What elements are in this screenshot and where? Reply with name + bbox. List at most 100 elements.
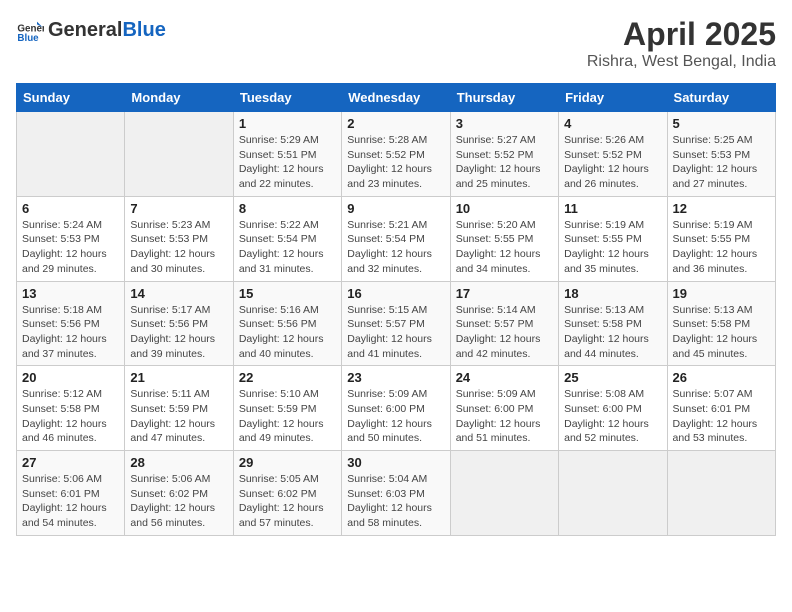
day-info: Sunrise: 5:24 AMSunset: 5:53 PMDaylight:… — [22, 218, 119, 277]
day-number: 20 — [22, 370, 119, 385]
calendar-cell: 17Sunrise: 5:14 AMSunset: 5:57 PMDayligh… — [450, 281, 558, 366]
weekday-header-monday: Monday — [125, 84, 233, 112]
calendar-cell: 11Sunrise: 5:19 AMSunset: 5:55 PMDayligh… — [559, 196, 667, 281]
calendar-cell — [17, 112, 125, 197]
calendar-cell: 8 Sunrise: 5:22 AMSunset: 5:54 PMDaylight… — [233, 196, 341, 281]
day-info: Sunrise: 5:21 AMSunset: 5:54 PMDaylight:… — [347, 218, 444, 277]
day-number: 8 — [239, 201, 336, 216]
logo-general-text: GeneralBlue — [48, 19, 166, 41]
day-info: Sunrise: 5:20 AMSunset: 5:55 PMDaylight:… — [456, 218, 553, 277]
weekday-header-row: SundayMondayTuesdayWednesdayThursdayFrid… — [17, 84, 776, 112]
weekday-header-wednesday: Wednesday — [342, 84, 450, 112]
weekday-header-friday: Friday — [559, 84, 667, 112]
day-number: 18 — [564, 286, 661, 301]
day-info: Sunrise: 5:19 AMSunset: 5:55 PMDaylight:… — [673, 218, 770, 277]
calendar-week-row: 6 Sunrise: 5:24 AMSunset: 5:53 PMDaylight… — [17, 196, 776, 281]
calendar-cell: 24Sunrise: 5:09 AMSunset: 6:00 PMDayligh… — [450, 366, 558, 451]
calendar-cell — [667, 451, 775, 536]
day-info: Sunrise: 5:25 AMSunset: 5:53 PMDaylight:… — [673, 133, 770, 192]
day-number: 5 — [673, 116, 770, 131]
calendar-cell: 23 Sunrise: 5:09 AMSunset: 6:00 PMDayligh… — [342, 366, 450, 451]
day-info: Sunrise: 5:05 AMSunset: 6:02 PMDaylight:… — [239, 472, 336, 531]
day-info: Sunrise: 5:10 AMSunset: 5:59 PMDaylight:… — [239, 387, 336, 446]
day-number: 26 — [673, 370, 770, 385]
calendar-cell: 20 Sunrise: 5:12 AMSunset: 5:58 PMDayligh… — [17, 366, 125, 451]
day-info: Sunrise: 5:13 AMSunset: 5:58 PMDaylight:… — [564, 303, 661, 362]
calendar-cell: 30Sunrise: 5:04 AMSunset: 6:03 PMDayligh… — [342, 451, 450, 536]
calendar-cell: 21Sunrise: 5:11 AMSunset: 5:59 PMDayligh… — [125, 366, 233, 451]
day-info: Sunrise: 5:27 AMSunset: 5:52 PMDaylight:… — [456, 133, 553, 192]
day-number: 28 — [130, 455, 227, 470]
day-info: Sunrise: 5:22 AMSunset: 5:54 PMDaylight:… — [239, 218, 336, 277]
day-info: Sunrise: 5:18 AMSunset: 5:56 PMDaylight:… — [22, 303, 119, 362]
day-info: Sunrise: 5:06 AMSunset: 6:02 PMDaylight:… — [130, 472, 227, 531]
day-info: Sunrise: 5:15 AMSunset: 5:57 PMDaylight:… — [347, 303, 444, 362]
day-number: 7 — [130, 201, 227, 216]
day-number: 6 — [22, 201, 119, 216]
day-info: Sunrise: 5:29 AMSunset: 5:51 PMDaylight:… — [239, 133, 336, 192]
svg-text:Blue: Blue — [17, 33, 39, 44]
logo-icon: General Blue — [16, 16, 44, 44]
day-info: Sunrise: 5:09 AMSunset: 6:00 PMDaylight:… — [347, 387, 444, 446]
day-number: 21 — [130, 370, 227, 385]
day-info: Sunrise: 5:13 AMSunset: 5:58 PMDaylight:… — [673, 303, 770, 362]
calendar-table: SundayMondayTuesdayWednesdayThursdayFrid… — [16, 83, 776, 536]
day-info: Sunrise: 5:09 AMSunset: 6:00 PMDaylight:… — [456, 387, 553, 446]
day-number: 2 — [347, 116, 444, 131]
day-info: Sunrise: 5:26 AMSunset: 5:52 PMDaylight:… — [564, 133, 661, 192]
calendar-cell: 2 Sunrise: 5:28 AMSunset: 5:52 PMDaylight… — [342, 112, 450, 197]
day-number: 30 — [347, 455, 444, 470]
day-number: 15 — [239, 286, 336, 301]
calendar-cell: 18 Sunrise: 5:13 AMSunset: 5:58 PMDayligh… — [559, 281, 667, 366]
day-info: Sunrise: 5:12 AMSunset: 5:58 PMDaylight:… — [22, 387, 119, 446]
calendar-cell: 26Sunrise: 5:07 AMSunset: 6:01 PMDayligh… — [667, 366, 775, 451]
day-info: Sunrise: 5:08 AMSunset: 6:00 PMDaylight:… — [564, 387, 661, 446]
calendar-cell: 28 Sunrise: 5:06 AMSunset: 6:02 PMDayligh… — [125, 451, 233, 536]
day-info: Sunrise: 5:28 AMSunset: 5:52 PMDaylight:… — [347, 133, 444, 192]
calendar-cell: 19 Sunrise: 5:13 AMSunset: 5:58 PMDayligh… — [667, 281, 775, 366]
day-number: 22 — [239, 370, 336, 385]
day-info: Sunrise: 5:17 AMSunset: 5:56 PMDaylight:… — [130, 303, 227, 362]
calendar-cell: 4 Sunrise: 5:26 AMSunset: 5:52 PMDaylight… — [559, 112, 667, 197]
calendar-cell: 29 Sunrise: 5:05 AMSunset: 6:02 PMDayligh… — [233, 451, 341, 536]
day-number: 11 — [564, 201, 661, 216]
calendar-cell: 12 Sunrise: 5:19 AMSunset: 5:55 PMDayligh… — [667, 196, 775, 281]
calendar-cell: 9 Sunrise: 5:21 AMSunset: 5:54 PMDaylight… — [342, 196, 450, 281]
day-number: 14 — [130, 286, 227, 301]
logo: General Blue GeneralBlue — [16, 16, 166, 44]
day-number: 12 — [673, 201, 770, 216]
calendar-cell: 22 Sunrise: 5:10 AMSunset: 5:59 PMDayligh… — [233, 366, 341, 451]
day-number: 23 — [347, 370, 444, 385]
page-header: General Blue GeneralBlue April 2025 Rish… — [16, 16, 776, 71]
calendar-cell: 1Sunrise: 5:29 AMSunset: 5:51 PMDaylight… — [233, 112, 341, 197]
weekday-header-saturday: Saturday — [667, 84, 775, 112]
calendar-cell: 13 Sunrise: 5:18 AMSunset: 5:56 PMDayligh… — [17, 281, 125, 366]
calendar-cell: 6 Sunrise: 5:24 AMSunset: 5:53 PMDaylight… — [17, 196, 125, 281]
title-block: April 2025 Rishra, West Bengal, India — [587, 16, 776, 71]
weekday-header-tuesday: Tuesday — [233, 84, 341, 112]
day-number: 13 — [22, 286, 119, 301]
calendar-cell: 10Sunrise: 5:20 AMSunset: 5:55 PMDayligh… — [450, 196, 558, 281]
day-info: Sunrise: 5:16 AMSunset: 5:56 PMDaylight:… — [239, 303, 336, 362]
day-number: 16 — [347, 286, 444, 301]
day-number: 27 — [22, 455, 119, 470]
calendar-cell: 14 Sunrise: 5:17 AMSunset: 5:56 PMDayligh… — [125, 281, 233, 366]
calendar-week-row: 20 Sunrise: 5:12 AMSunset: 5:58 PMDayligh… — [17, 366, 776, 451]
calendar-cell: 5 Sunrise: 5:25 AMSunset: 5:53 PMDaylight… — [667, 112, 775, 197]
calendar-subtitle: Rishra, West Bengal, India — [587, 53, 776, 71]
calendar-week-row: 1Sunrise: 5:29 AMSunset: 5:51 PMDaylight… — [17, 112, 776, 197]
day-number: 17 — [456, 286, 553, 301]
calendar-cell: 15 Sunrise: 5:16 AMSunset: 5:56 PMDayligh… — [233, 281, 341, 366]
day-info: Sunrise: 5:23 AMSunset: 5:53 PMDaylight:… — [130, 218, 227, 277]
calendar-cell: 27 Sunrise: 5:06 AMSunset: 6:01 PMDayligh… — [17, 451, 125, 536]
day-info: Sunrise: 5:06 AMSunset: 6:01 PMDaylight:… — [22, 472, 119, 531]
calendar-week-row: 27 Sunrise: 5:06 AMSunset: 6:01 PMDayligh… — [17, 451, 776, 536]
calendar-cell: 3Sunrise: 5:27 AMSunset: 5:52 PMDaylight… — [450, 112, 558, 197]
calendar-week-row: 13 Sunrise: 5:18 AMSunset: 5:56 PMDayligh… — [17, 281, 776, 366]
day-number: 4 — [564, 116, 661, 131]
day-number: 9 — [347, 201, 444, 216]
calendar-cell — [450, 451, 558, 536]
day-number: 19 — [673, 286, 770, 301]
day-number: 29 — [239, 455, 336, 470]
calendar-title: April 2025 — [587, 16, 776, 53]
